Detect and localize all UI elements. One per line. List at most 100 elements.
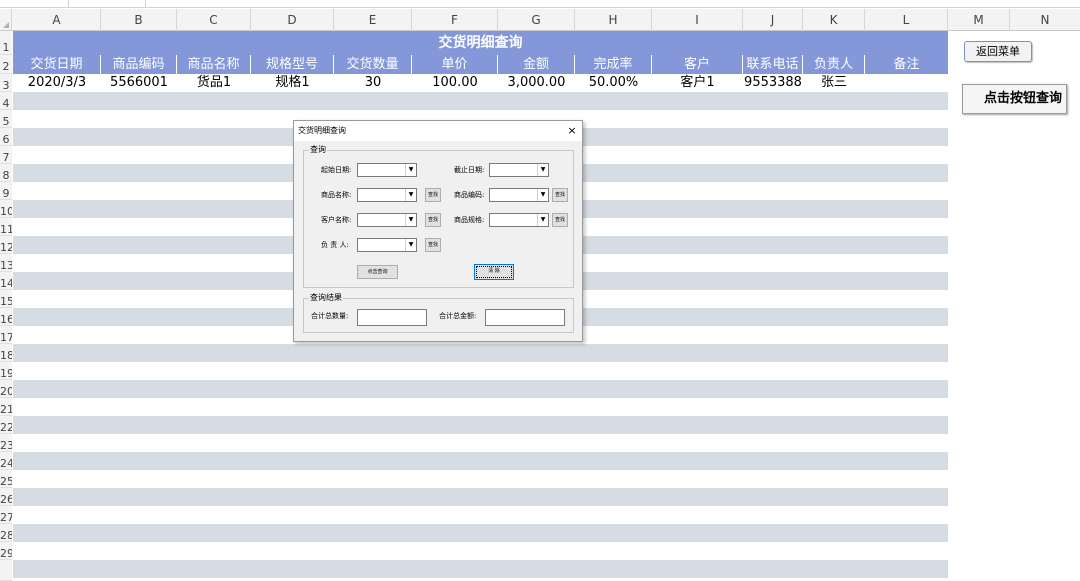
header-cell[interactable]: 负责人 (803, 55, 865, 74)
product-spec-combo[interactable]: ▼ (489, 213, 549, 227)
total-quantity-field[interactable] (357, 309, 427, 326)
product-code-label: 商品编码: (454, 191, 485, 199)
start-date-combo[interactable]: ▼ (357, 163, 417, 177)
row-header-16[interactable]: 16 (0, 308, 12, 326)
row-header-1[interactable]: 1 (0, 31, 12, 55)
column-header-k[interactable]: K (803, 9, 865, 31)
header-cell[interactable]: 商品编码 (101, 55, 177, 74)
table-cell[interactable]: 2020/3/3 (13, 74, 101, 92)
column-header-b[interactable]: B (101, 9, 177, 31)
chevron-down-icon[interactable]: ▼ (537, 189, 548, 201)
chevron-down-icon[interactable]: ▼ (405, 239, 416, 251)
row-header-12[interactable]: 12 (0, 236, 12, 254)
find-manager-button[interactable]: 查找 (425, 238, 441, 252)
row-header-18[interactable]: 18 (0, 344, 12, 362)
row-header-4[interactable]: 4 (0, 92, 12, 110)
table-cell[interactable]: 客户1 (652, 74, 743, 92)
header-cell[interactable]: 规格型号 (251, 55, 334, 74)
run-query-button[interactable]: 点击查询 (357, 265, 398, 279)
row-header-13[interactable]: 13 (0, 254, 12, 272)
row-header-23[interactable]: 23 (0, 434, 12, 452)
total-amount-field[interactable] (485, 309, 565, 326)
row-header-26[interactable]: 26 (0, 488, 12, 506)
clear-button[interactable]: 清 除 (474, 264, 514, 280)
table-cell[interactable]: 50.00% (575, 74, 652, 92)
table-cell[interactable]: 张三 (803, 74, 865, 92)
chevron-down-icon[interactable]: ▼ (405, 214, 416, 226)
row-header-30[interactable] (0, 560, 12, 581)
chevron-down-icon[interactable]: ▼ (405, 189, 416, 201)
select-all-corner[interactable] (0, 9, 12, 31)
close-icon[interactable]: × (566, 121, 578, 141)
find-customer-button[interactable]: 查找 (425, 213, 441, 227)
column-header-m[interactable]: M (948, 9, 1010, 31)
header-cell[interactable]: 金额 (498, 55, 575, 74)
row-header-19[interactable]: 19 (0, 362, 12, 380)
table-cell[interactable]: 9553388 (743, 74, 803, 92)
formula-bar[interactable] (0, 0, 1080, 8)
row-header-15[interactable]: 15 (0, 290, 12, 308)
row-header-27[interactable]: 27 (0, 506, 12, 524)
chevron-down-icon[interactable]: ▼ (537, 214, 548, 226)
row-header-14[interactable]: 14 (0, 272, 12, 290)
row-header-3[interactable]: 3 (0, 74, 12, 92)
find-spec-button[interactable]: 查找 (552, 213, 568, 227)
find-product-code-button[interactable]: 查找 (552, 188, 568, 202)
column-header-g[interactable]: G (498, 9, 575, 31)
header-cell[interactable]: 完成率 (575, 55, 652, 74)
column-header-e[interactable]: E (334, 9, 412, 31)
header-cell[interactable]: 交货数量 (334, 55, 412, 74)
row-header-17[interactable]: 17 (0, 326, 12, 344)
end-date-combo[interactable]: ▼ (489, 163, 549, 177)
column-header-h[interactable]: H (575, 9, 652, 31)
header-cell[interactable]: 备注 (865, 55, 948, 74)
table-cell[interactable]: 100.00 (412, 74, 498, 92)
query-button[interactable]: 点击按钮查询 (962, 84, 1067, 114)
row-header-10[interactable]: 10 (0, 200, 12, 218)
row-header-7[interactable]: 7 (0, 146, 12, 164)
row-header-21[interactable]: 21 (0, 398, 12, 416)
row-header-29[interactable]: 29 (0, 542, 12, 560)
band-row (13, 380, 948, 398)
customer-name-combo[interactable]: ▼ (357, 213, 417, 227)
column-header-f[interactable]: F (412, 9, 498, 31)
table-cell[interactable]: 规格1 (251, 74, 334, 92)
band-row (13, 560, 948, 578)
row-header-25[interactable]: 25 (0, 470, 12, 488)
table-cell[interactable] (865, 74, 948, 92)
table-cell[interactable]: 货品1 (177, 74, 251, 92)
table-cell[interactable]: 5566001 (101, 74, 177, 92)
back-to-menu-button[interactable]: 返回菜单 (964, 41, 1032, 62)
header-cell[interactable]: 商品名称 (177, 55, 251, 74)
product-code-combo[interactable]: ▼ (489, 188, 549, 202)
chevron-down-icon[interactable]: ▼ (537, 164, 548, 176)
row-header-22[interactable]: 22 (0, 416, 12, 434)
header-cell[interactable]: 单价 (412, 55, 498, 74)
table-cell[interactable]: 30 (334, 74, 412, 92)
column-header-i[interactable]: I (652, 9, 743, 31)
column-header-j[interactable]: J (743, 9, 803, 31)
column-header-c[interactable]: C (177, 9, 251, 31)
row-header-6[interactable]: 6 (0, 128, 12, 146)
header-cell[interactable]: 联系电话 (743, 55, 803, 74)
table-cell[interactable]: 3,000.00 (498, 74, 575, 92)
column-header-n[interactable]: N (1010, 9, 1080, 31)
row-header-8[interactable]: 8 (0, 164, 12, 182)
column-header-d[interactable]: D (251, 9, 334, 31)
row-header-11[interactable]: 11 (0, 218, 12, 236)
manager-combo[interactable]: ▼ (357, 238, 417, 252)
row-header-9[interactable]: 9 (0, 182, 12, 200)
find-product-name-button[interactable]: 查找 (425, 188, 441, 202)
column-header-a[interactable]: A (13, 9, 101, 31)
row-header-5[interactable]: 5 (0, 110, 12, 128)
chevron-down-icon[interactable]: ▼ (405, 164, 416, 176)
column-header-l[interactable]: L (865, 9, 948, 31)
result-group-label: 查询结果 (309, 293, 343, 303)
row-header-28[interactable]: 28 (0, 524, 12, 542)
header-cell[interactable]: 客户 (652, 55, 743, 74)
row-header-24[interactable]: 24 (0, 452, 12, 470)
product-name-combo[interactable]: ▼ (357, 188, 417, 202)
row-header-20[interactable]: 20 (0, 380, 12, 398)
row-header-2[interactable]: 2 (0, 55, 12, 74)
header-cell[interactable]: 交货日期 (13, 55, 101, 74)
